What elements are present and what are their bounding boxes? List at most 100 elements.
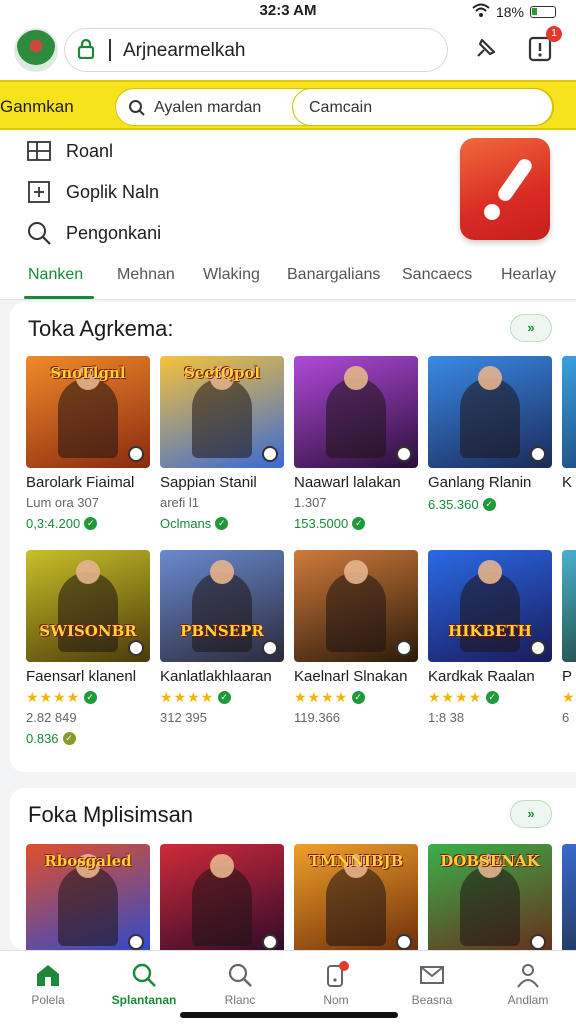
game-title: Sappian Stanil [160, 474, 257, 491]
text-cursor [109, 39, 111, 61]
tab-wlaking[interactable]: Wlaking [203, 266, 260, 284]
game-logo-text: DOBSENAK [440, 852, 540, 870]
character-art [58, 572, 118, 652]
verified-icon: ✓ [84, 691, 98, 704]
menu-item-goplik[interactable]: Goplik Naln [26, 175, 159, 209]
app-logo[interactable] [460, 138, 550, 240]
game-thumbnail[interactable] [562, 356, 576, 468]
game-thumbnail[interactable]: DOBSENAK [428, 844, 552, 950]
game-thumbnail[interactable] [294, 356, 418, 468]
nav-item-phone[interactable]: Nom [288, 961, 384, 1007]
price-value: 6.35.360 [428, 497, 479, 512]
game-logo-text: PBNSEPR [180, 622, 264, 640]
game-thumbnail[interactable]: SWISONBR [26, 550, 150, 662]
nav-item-search[interactable]: Rlanc [192, 961, 288, 1007]
tab-sancaecs[interactable]: Sancaecs [402, 266, 472, 284]
rating-badge-icon [262, 640, 278, 656]
price-value: 153.5000 [294, 516, 349, 531]
character-art [478, 560, 502, 584]
character-art [192, 866, 252, 946]
menu-item-roanl[interactable]: Roanl [26, 134, 113, 168]
battery-percent: 18% [495, 3, 524, 20]
game-thumbnail[interactable] [294, 550, 418, 662]
game-card[interactable]: K [562, 356, 576, 497]
avatar[interactable] [14, 28, 58, 72]
game-card[interactable]: PBNSEPR Kanlatlakhlaaran ★★★★ ✓ 312 395 [160, 550, 284, 725]
quick-menu: Roanl Goplik Naln Pengonkani [0, 130, 576, 254]
game-thumbnail[interactable]: TMNNIBJB [294, 844, 418, 950]
nav-item-home[interactable]: Polela [0, 961, 96, 1007]
category-pill[interactable]: Camcain [292, 87, 554, 126]
game-thumbnail[interactable] [562, 844, 576, 950]
more-button[interactable]: » [510, 314, 552, 342]
exclamation-icon [484, 159, 532, 220]
game-card[interactable]: SeetQpol Sappian Stanil arefi l1 Oclmans ✓ [160, 356, 284, 531]
character-art [344, 366, 368, 390]
alert-button[interactable]: 1 [524, 26, 562, 64]
menu-item-label: Goplik Naln [66, 181, 160, 202]
download-count: 119.366 [294, 710, 341, 725]
game-card[interactable]: SnoFlgnl Barolark Fiaimal Lum ora 307 0,3:4… [26, 356, 150, 531]
game-card[interactable]: Kaelnarl Slnakan ★★★★ ✓ 119.366 [294, 550, 418, 725]
nav-label: Beasna [411, 993, 453, 1007]
game-card[interactable] [562, 844, 576, 950]
game-card[interactable]: Ganlang Rlanin 6.35.360 ✓ [428, 356, 552, 512]
game-thumbnail[interactable]: SnoFlgnl [26, 356, 150, 468]
tab-banargalians[interactable]: Banargalians [287, 266, 380, 284]
more-button[interactable]: » [510, 800, 552, 828]
search-label: Ganmkan [0, 97, 74, 116]
game-price: 0.836 ✓ [26, 731, 150, 746]
category-pill-label: Camcain [309, 98, 373, 116]
game-thumbnail[interactable]: HIKBETH [428, 550, 552, 662]
nav-label: Rlanc [224, 993, 256, 1007]
game-card[interactable]: P ★★★★✓ 6 [562, 550, 576, 725]
rating-badge-icon [530, 934, 546, 950]
download-count: 6 [562, 710, 570, 725]
tab-hearlay[interactable]: Hearlay [501, 266, 556, 284]
character-art [478, 366, 502, 390]
rating-badge-icon [396, 640, 412, 656]
tab-nanken[interactable]: Nanken [28, 266, 83, 284]
game-meta: 1.307 [294, 495, 327, 510]
tab-indicator [24, 296, 94, 299]
pin-icon[interactable] [470, 32, 502, 64]
rating-badge-icon [396, 934, 412, 950]
game-card[interactable]: TMNNIBJB [294, 844, 418, 950]
game-card[interactable] [160, 844, 284, 950]
game-logo-text: SnoFlgnl [50, 364, 126, 382]
character-art [460, 378, 520, 458]
verified-icon: ✓ [218, 691, 232, 704]
game-title: K [562, 474, 573, 491]
star-rating: ★★★★✓ [428, 689, 552, 706]
game-card[interactable]: HIKBETH Kardkak Raalan ★★★★ ✓ 1:8 38 [428, 550, 552, 725]
nav-item-explore[interactable]: Splantanan [96, 961, 192, 1007]
download-count: 312 395 [160, 710, 207, 725]
grid-icon [27, 141, 51, 161]
character-art [326, 572, 386, 652]
game-thumbnail[interactable]: Rbosgaled [26, 844, 150, 950]
tab-mehnan[interactable]: Mehnan [117, 266, 175, 284]
nav-label: Nom [323, 993, 349, 1007]
nav-item-profile[interactable]: Andlam [480, 961, 576, 1007]
search-input[interactable]: Ayalen mardan Camcain [115, 87, 554, 126]
star-rating: ★★★★✓ [294, 689, 418, 706]
rating-badge-icon [262, 446, 278, 462]
game-card[interactable]: Naawarl lalakan 1.307 153.5000 ✓ [294, 356, 418, 531]
home-icon [37, 965, 59, 986]
rating-badge-icon [128, 446, 144, 462]
price-value: 0.836 [26, 731, 59, 746]
verified-icon: ✓ [486, 691, 500, 704]
url-bar[interactable]: Arjnearmelkah [64, 28, 448, 72]
game-thumbnail[interactable] [562, 550, 576, 662]
game-card[interactable]: SWISONBR Faensarl klanenl ★★★★ ✓ 2.82 849 0.8… [26, 550, 150, 746]
nav-item-mail[interactable]: Beasna [384, 961, 480, 1007]
rating-badge-icon [530, 640, 546, 656]
game-thumbnail[interactable]: SeetQpol [160, 356, 284, 468]
game-card[interactable]: DOBSENAK [428, 844, 552, 950]
plus-box-icon [28, 181, 50, 203]
game-thumbnail[interactable] [428, 356, 552, 468]
game-thumbnail[interactable]: PBNSEPR [160, 550, 284, 662]
game-card[interactable]: Rbosgaled [26, 844, 150, 950]
menu-item-pengonkani[interactable]: Pengonkani [26, 216, 161, 250]
game-thumbnail[interactable] [160, 844, 284, 950]
